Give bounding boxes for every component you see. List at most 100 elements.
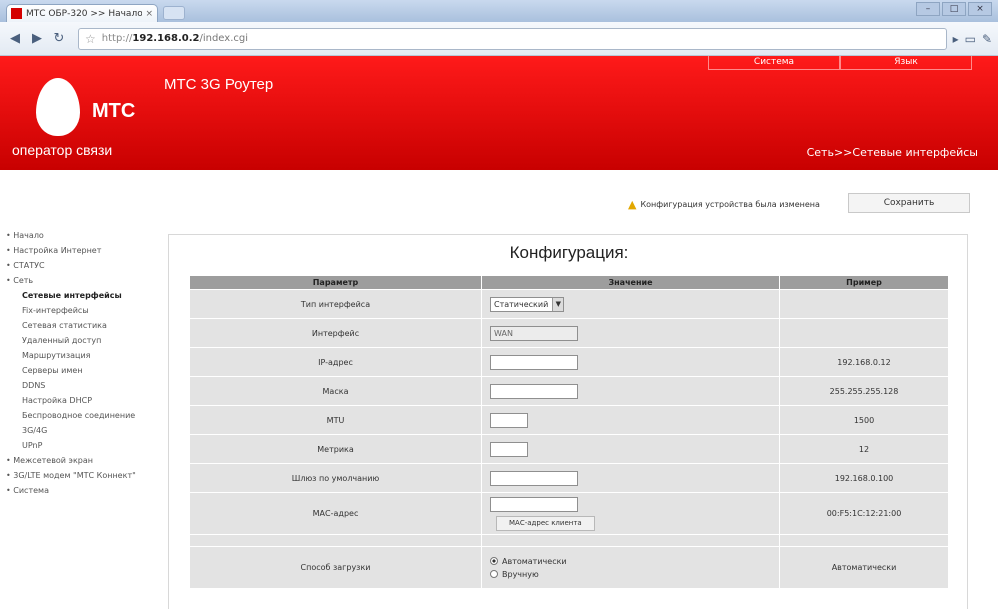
param-label: IP-адрес (189, 347, 482, 377)
boot-auto-radio[interactable] (490, 557, 498, 565)
browser-toolbar: ◀ ▶ ↻ ☆ http:// 192.168.0.2 /index.cgi ▸… (0, 22, 998, 56)
page-header: МТС оператор связи МТС 3G Роутер Система… (0, 56, 998, 170)
table-spacer-row (189, 534, 949, 547)
tab-title: МТС ОБР-320 >> Начало (26, 8, 143, 19)
sidebar-item-name-servers[interactable]: Серверы имен (0, 363, 160, 378)
url-protocol: http:// (101, 33, 133, 44)
router-page: МТС оператор связи МТС 3G Роутер Система… (0, 56, 998, 609)
maximize-button[interactable]: □ (942, 2, 966, 16)
sidebar-item-dhcp[interactable]: Настройка DHCP (0, 393, 160, 408)
example-value: Автоматически (779, 546, 949, 589)
mtu-input[interactable] (490, 412, 528, 428)
tagline: оператор связи (12, 142, 113, 158)
sidebar-item-internet-setup[interactable]: • Настройка Интернет (0, 243, 160, 258)
example-value: 00:F5:1C:12:21:00 (779, 492, 949, 535)
save-button[interactable]: Сохранить (848, 193, 970, 213)
brand-name: МТС (92, 100, 136, 122)
sidebar-item-routing[interactable]: Маршрутизация (0, 348, 160, 363)
url-path: /index.cgi (199, 33, 248, 44)
bookmark-star-icon[interactable]: ☆ (85, 32, 96, 46)
wrench-icon[interactable]: ✎ (982, 32, 992, 46)
boot-manual-option[interactable]: Вручную (490, 568, 779, 581)
notice-text: Конфигурация устройства была изменена (640, 200, 820, 209)
boot-auto-option[interactable]: Автоматически (490, 555, 779, 568)
minimize-button[interactable]: – (916, 2, 940, 16)
metric-input[interactable] (490, 441, 528, 457)
sidebar-item-network-interfaces[interactable]: Сетевые интерфейсы (0, 288, 160, 303)
config-panel: Конфигурация: Параметр Значение Пример Т… (168, 234, 968, 609)
sidebar-item-ddns[interactable]: DDNS (0, 378, 160, 393)
top-link-language[interactable]: Язык (840, 56, 972, 70)
browser-tab[interactable]: МТС ОБР-320 >> Начало × (6, 4, 158, 22)
table-header-row: Параметр Значение Пример (189, 275, 949, 290)
top-link-system[interactable]: Система (708, 56, 840, 70)
interface-field (490, 325, 578, 341)
close-window-button[interactable]: × (968, 2, 992, 16)
column-header-value: Значение (481, 275, 780, 290)
default-gateway-input[interactable] (490, 470, 578, 486)
url-host: 192.168.0.2 (132, 33, 200, 44)
param-label: МАС-адрес (189, 492, 482, 535)
tab-close-icon[interactable]: × (145, 9, 153, 19)
param-label: Маска (189, 376, 482, 406)
sidebar-menu: • Начало • Настройка Интернет • СТАТУС •… (0, 228, 160, 498)
table-row: МАС-адрес МАС-адрес клиента 00:F5:1C:12:… (189, 492, 949, 535)
mts-logo: МТС (20, 74, 150, 148)
example-value: 192.168.0.100 (779, 463, 949, 493)
config-table: Параметр Значение Пример Тип интерфейса … (189, 275, 949, 589)
example-value: 12 (779, 434, 949, 464)
table-row: Шлюз по умолчанию 192.168.0.100 (189, 463, 949, 493)
param-label: Шлюз по умолчанию (189, 463, 482, 493)
param-label: Тип интерфейса (189, 289, 482, 319)
param-label: Интерфейс (189, 318, 482, 348)
sidebar-item-network[interactable]: • Сеть (0, 273, 160, 288)
chevron-down-icon[interactable]: ▼ (552, 297, 564, 311)
table-row: Интерфейс (189, 318, 949, 348)
sidebar-item-fix-interfaces[interactable]: Fix-интерфейсы (0, 303, 160, 318)
column-header-parameter: Параметр (189, 275, 482, 290)
mts-favicon-icon (11, 8, 22, 19)
sidebar-item-remote-access[interactable]: Удаленный доступ (0, 333, 160, 348)
sidebar-item-home[interactable]: • Начало (0, 228, 160, 243)
new-tab-button[interactable] (163, 6, 185, 20)
boot-manual-label: Вручную (502, 569, 539, 579)
table-row: Способ загрузки Автоматически Вручную Ав… (189, 546, 949, 589)
sidebar-item-modem[interactable]: • 3G/LTE модем "МТС Коннект" (0, 468, 160, 483)
sidebar-item-firewall[interactable]: • Межсетевой экран (0, 453, 160, 468)
sidebar-item-system[interactable]: • Система (0, 483, 160, 498)
table-row: MTU 1500 (189, 405, 949, 435)
page-title: Конфигурация: (509, 243, 629, 262)
example-value (779, 318, 949, 348)
sidebar-item-network-stats[interactable]: Сетевая статистика (0, 318, 160, 333)
clone-mac-button[interactable]: МАС-адрес клиента (496, 515, 595, 531)
table-row: IP-адрес 192.168.0.12 (189, 347, 949, 377)
example-value: 255.255.255.128 (779, 376, 949, 406)
sidebar-item-status[interactable]: • СТАТУС (0, 258, 160, 273)
example-value: 1500 (779, 405, 949, 435)
table-row: Метрика 12 (189, 434, 949, 464)
reload-icon[interactable]: ↻ (50, 30, 68, 48)
address-bar[interactable]: ☆ http:// 192.168.0.2 /index.cgi (78, 27, 947, 50)
interface-type-select[interactable]: Статический ▼ (490, 296, 565, 312)
mac-address-input[interactable] (490, 496, 578, 512)
back-arrow-icon[interactable]: ◀ (6, 30, 24, 48)
boot-manual-radio[interactable] (490, 570, 498, 578)
subnet-mask-input[interactable] (490, 383, 578, 399)
page-menu-icon[interactable]: ▸ (953, 32, 959, 46)
page-icon[interactable]: ▭ (965, 32, 976, 46)
sidebar-item-upnp[interactable]: UPnP (0, 438, 160, 453)
param-label: Способ загрузки (189, 546, 482, 589)
sidebar-item-wireless[interactable]: Беспроводное соединение (0, 408, 160, 423)
forward-arrow-icon[interactable]: ▶ (28, 30, 46, 48)
breadcrumb: Сеть>>Сетевые интерфейсы (806, 146, 978, 159)
ip-address-input[interactable] (490, 354, 578, 370)
example-value (779, 289, 949, 319)
table-row: Тип интерфейса Статический ▼ (189, 289, 949, 319)
warning-icon: ▲ (628, 198, 637, 211)
window-controls: – □ × (916, 2, 992, 16)
param-label: Метрика (189, 434, 482, 464)
router-title: МТС 3G Роутер (164, 76, 274, 93)
example-value: 192.168.0.12 (779, 347, 949, 377)
config-changed-notice: ▲ Конфигурация устройства была изменена (628, 198, 820, 211)
sidebar-item-3g4g[interactable]: 3G/4G (0, 423, 160, 438)
